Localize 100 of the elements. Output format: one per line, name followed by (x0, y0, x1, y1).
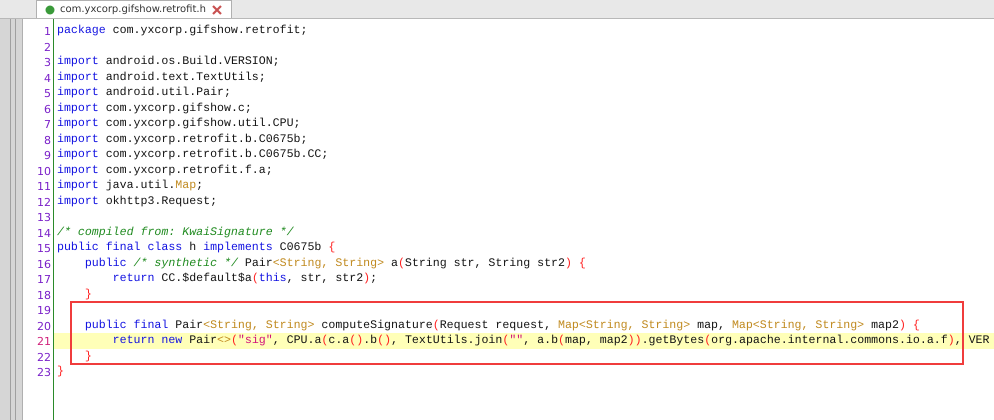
code-text: c.a (328, 334, 350, 347)
code-text: com.yxcorp.retrofit.b.C0675b; (104, 132, 308, 146)
line-number: 8 (43, 132, 51, 147)
line-number: 16 (36, 256, 51, 271)
keyword: import (57, 70, 99, 84)
line-number: 10 (36, 164, 51, 178)
keyword: return new (112, 334, 182, 347)
code-text: () (377, 334, 392, 347)
code-text: ( (230, 334, 238, 347)
keyword: import (57, 102, 99, 114)
code-text: ) (564, 256, 572, 270)
code-text: ( (398, 256, 405, 270)
class-file-icon (45, 4, 55, 14)
editor-tab[interactable]: com.yxcorp.gifshow.retrofit.h (36, 0, 232, 18)
code-text: <> (217, 334, 231, 347)
line-number: 6 (43, 102, 51, 116)
keyword: import (57, 86, 99, 99)
code-text: map2 (870, 318, 899, 332)
code-text: )) (628, 334, 642, 347)
code-text: com.yxcorp.gifshow.util.CPU; (104, 117, 301, 130)
code-text: Map<String, String> (732, 318, 864, 332)
keyword: import (57, 164, 99, 176)
line-number: 21 (36, 334, 51, 348)
keyword: implements (203, 241, 273, 254)
code-text: h (188, 241, 198, 254)
line-number: 17 (36, 272, 51, 286)
code-text: , a.b (523, 334, 558, 347)
line-number: 23 (36, 365, 51, 380)
code-text: map, (696, 318, 726, 332)
keyword: import (57, 117, 99, 130)
code-text: , TextUtils.join (391, 334, 502, 347)
line-number: 9 (43, 148, 51, 162)
code-text: ( (252, 272, 259, 285)
code-text: java.util. (104, 179, 176, 192)
keyword: import (57, 194, 99, 208)
line-number: 15 (36, 241, 51, 256)
code-text: computeSignature (320, 318, 433, 332)
line-number: 19 (36, 303, 51, 318)
line-number: 22 (36, 350, 51, 364)
code-text: } (84, 350, 92, 362)
code-text: CC.$default$a (160, 272, 252, 285)
code-text: ( (558, 334, 566, 347)
code-text: ; (370, 272, 378, 285)
keyword: this (258, 272, 287, 285)
code-text: ) (898, 318, 906, 332)
keyword: import (57, 132, 99, 146)
line-number: 12 (36, 194, 51, 209)
code-text: Pair (174, 318, 204, 332)
code-text: ; (196, 179, 204, 192)
code-text: { (578, 256, 586, 270)
line-number: 5 (43, 86, 51, 100)
line-number: 2 (43, 40, 51, 54)
code-text: com.yxcorp.gifshow.retrofit; (112, 24, 308, 37)
code-text: { (912, 318, 920, 332)
code-text: com.yxcorp.gifshow.c; (104, 102, 252, 114)
code-text: a (390, 256, 398, 270)
code-text: Map (175, 179, 196, 192)
code-text: { (328, 241, 336, 254)
keyword: package (57, 24, 106, 37)
line-number: 13 (36, 210, 51, 224)
line-number: 1 (43, 24, 51, 38)
line-number: 7 (43, 117, 51, 132)
code-text: ( (704, 334, 712, 347)
keyword: public final (84, 318, 168, 332)
code-text: String str, String str2 (404, 256, 565, 270)
close-icon[interactable] (210, 4, 223, 14)
code-text: <String, String> (272, 256, 384, 270)
code-text: .b (363, 334, 378, 347)
keyword: import (57, 179, 99, 192)
line-number: 20 (36, 318, 51, 333)
line-number: 14 (36, 226, 51, 240)
code-text: ) (363, 272, 370, 285)
code-text: , CPU.a (272, 334, 322, 347)
code-text: , VER (954, 334, 990, 347)
code-text: ) (948, 334, 955, 347)
code-text: android.text.TextUtils; (104, 70, 266, 84)
code-text: okhttp3.Request; (104, 194, 218, 208)
keyword: return (112, 272, 154, 285)
code-text: C0675b (278, 241, 322, 254)
code-text: map, map2 (565, 334, 628, 347)
code-comment: /* synthetic */ (132, 256, 240, 270)
string-literal: "sig" (238, 334, 273, 347)
code-text: <String, String> (203, 318, 314, 332)
code-text: Pair (188, 334, 218, 347)
string-literal: "" (509, 334, 524, 347)
keyword: public (84, 256, 127, 270)
line-number: 11 (36, 179, 51, 194)
code-text: android.util.Pair; (104, 86, 231, 99)
code-text: Request request, (440, 318, 552, 332)
code-text: Map<String, String> (558, 318, 690, 332)
code-text: ( (502, 334, 510, 347)
code-comment: /* compiled from: KwaiSignature */ (57, 226, 294, 238)
code-text: ( (321, 334, 328, 347)
code-text: .getBytes (642, 334, 704, 347)
keyword: public final class (57, 241, 182, 254)
keyword: import (57, 148, 99, 161)
code-text: com.yxcorp.retrofit.f.a; (104, 164, 273, 176)
code-text: Pair (244, 256, 273, 270)
line-number: 3 (43, 55, 51, 70)
code-text: } (57, 365, 64, 378)
